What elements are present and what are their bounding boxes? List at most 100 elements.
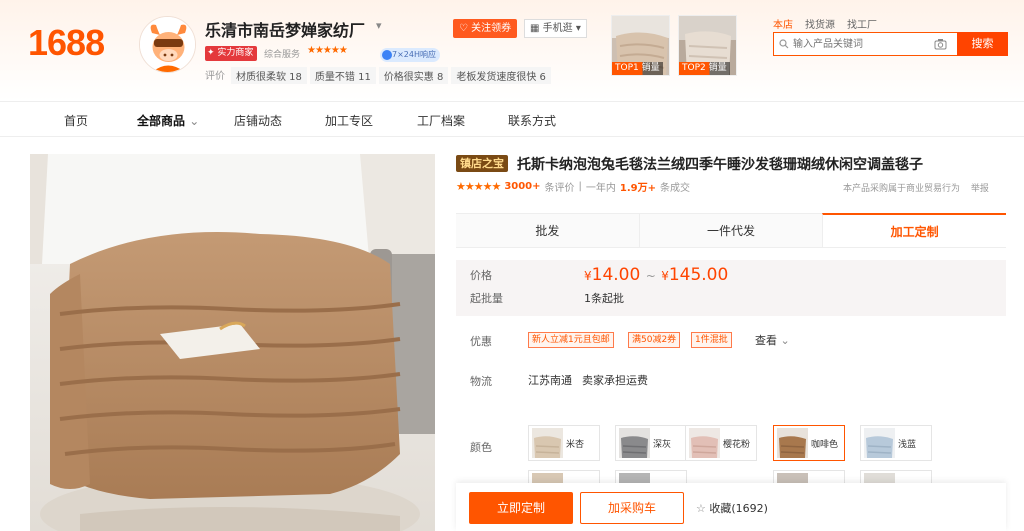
add-to-cart-button[interactable]: 加采购车 [580,492,684,524]
shop-header: 1688 乐清市南岳梦婵家纺厂 ▾ ✦ 实力商家 综合服务 ★★★★★ 7×24… [0,0,1024,102]
trade-note: 本产品采购属于商业贸易行为 举报 [843,181,989,194]
ox-mascot-icon [140,17,195,72]
discount-label: 优惠 [470,335,492,348]
review-metrics: 评价 材质很柔软 18 质量不错 11 价格很实惠 8 老板发货速度很快 6 [205,67,551,84]
color-option[interactable]: 深灰 [615,425,687,461]
follow-coupon-button[interactable]: ♡ 关注领券 [453,19,518,38]
more-discounts-link[interactable]: 查看 ⌄ [755,332,790,348]
buy-custom-button[interactable]: 立即定制 [469,492,573,524]
favorite-button[interactable]: ☆ 收藏(1692) [696,500,768,516]
review-metric: 老板发货速度很快 6 [451,67,551,84]
blanket-photo [30,154,435,531]
search-tab-factory[interactable]: 找工厂 [847,16,877,31]
moq-value: 1条起批 [584,292,624,305]
mobile-browse-label: 手机逛 [542,23,573,34]
more-discounts-label: 查看 [755,334,777,347]
response-badge: 7×24H响应 [380,48,440,62]
color-option-selected[interactable]: 咖啡色 [773,425,845,461]
color-option[interactable]: 樱花粉 [685,425,757,461]
top-product-card-2[interactable]: TOP2 销量 [678,15,737,76]
color-option[interactable]: 浅蓝 [860,425,932,461]
price-max: 145.00 [668,265,729,285]
shipping-fee: 卖家承担运费 [582,374,648,387]
purchase-mode-tabs: 批发 一件代发 加工定制 [456,213,1007,248]
tab-wholesale[interactable]: 批发 [456,213,639,247]
rating-stars: ★★★★★ [456,180,501,193]
search-tab-shop[interactable]: 本店 [773,16,793,31]
logistics-info: 江苏南通 卖家承担运费 [528,372,648,388]
sales-count: 1.9万+ [619,183,656,194]
search-icon [779,39,789,49]
nav-factory-profile[interactable]: 工厂档案 [417,112,465,129]
nav-all-products-label: 全部商品 [137,114,186,128]
search-scope-tabs: 本店 找货源 找工厂 [773,16,877,31]
mobile-browse-button[interactable]: ▦ 手机逛 ▾ [524,19,587,38]
chevron-down-icon: ⌄ [780,334,790,347]
heart-icon: ♡ [459,23,468,34]
color-name: 深灰 [653,439,672,450]
color-swatch [864,428,895,458]
review-metric: 价格很实惠 8 [378,67,449,84]
moq-label: 起批量 [470,292,503,305]
coupon-tag[interactable]: 1件混批 [691,332,732,348]
strength-merchant-label: 实力商家 [217,48,254,58]
coupon-tag[interactable]: 新人立减1元且包邮 [528,332,614,348]
top-rank-label: TOP2 销量 [679,62,730,75]
price-panel: 价格 ¥14.00 ~ ¥145.00 起批量 1条起批 [456,260,1006,316]
camera-icon[interactable] [934,38,947,50]
metrics-label: 评价 [205,71,225,82]
color-swatch [689,428,720,458]
search-input[interactable] [793,35,933,53]
price-separator: ~ [645,269,656,283]
color-name: 米杏 [566,439,585,450]
top-rank-label: TOP1 销量 [612,62,663,75]
logistics-label: 物流 [470,375,492,388]
color-name: 浅蓝 [898,439,917,450]
divider: | [578,181,582,192]
trade-note-text: 本产品采购属于商业贸易行为 [843,184,961,194]
color-swatch [777,428,808,458]
product-title: 托斯卡纳泡泡兔毛毯法兰绒四季午睡沙发毯珊瑚绒休闲空调盖毯子 [517,157,923,173]
currency-symbol: ¥ [584,269,592,283]
color-swatch [619,428,650,458]
reviews-count[interactable]: 3000+ [504,181,540,192]
top-product-card-1[interactable]: TOP1 销量 [611,15,670,76]
shop-nav: 首页 全部商品 ⌄ 店铺动态 加工专区 工厂档案 联系方式 [0,103,1024,137]
color-swatch [532,428,563,458]
review-metric: 材质很柔软 18 [231,67,307,84]
nav-all-products[interactable]: 全部商品 ⌄ [137,112,199,129]
service-label: 综合服务 [264,50,301,60]
tab-custom-processing[interactable]: 加工定制 [822,213,1007,247]
report-link[interactable]: 举报 [971,184,989,194]
search-button[interactable]: 搜索 [957,32,1008,56]
shop-avatar[interactable] [139,16,196,73]
coupon-tag[interactable]: 满50减2券 [628,332,681,348]
search-tab-source[interactable]: 找货源 [805,16,835,31]
action-bar: 立即定制 加采购车 ☆ 收藏(1692) [456,483,1006,531]
nav-home[interactable]: 首页 [64,112,88,129]
color-name: 咖啡色 [811,439,839,450]
color-option[interactable]: 米杏 [528,425,600,461]
nav-contact[interactable]: 联系方式 [508,112,556,129]
nav-processing-zone[interactable]: 加工专区 [325,112,373,129]
sales-label: 条成交 [660,183,690,194]
strength-merchant-badge: ✦ 实力商家 [205,46,258,61]
promo-tag: 镇店之宝 [456,155,508,172]
qr-code-icon: ▦ [530,23,540,34]
review-metric: 质量不错 11 [309,67,376,84]
favorite-label: 收藏(1692) [709,502,768,515]
product-main-image[interactable] [30,154,435,531]
chevron-down-icon: ⌄ [189,114,200,128]
chevron-down-icon[interactable]: ▾ [376,19,382,32]
service-rating-stars: ★★★★★ [307,45,348,56]
shop-name[interactable]: 乐清市南岳梦婵家纺厂 [205,17,365,41]
reviews-label: 条评价 [544,183,575,194]
nav-shop-news[interactable]: 店铺动态 [234,112,282,129]
search-box: 搜索 [773,32,1008,56]
chevron-down-icon: ▾ [575,23,581,34]
price-range: ¥14.00 ~ ¥145.00 [584,265,728,285]
site-logo[interactable]: 1688 [28,22,105,64]
price-label: 价格 [470,269,492,282]
sales-period: 一年内 [585,183,616,194]
tab-dropship[interactable]: 一件代发 [638,213,823,247]
